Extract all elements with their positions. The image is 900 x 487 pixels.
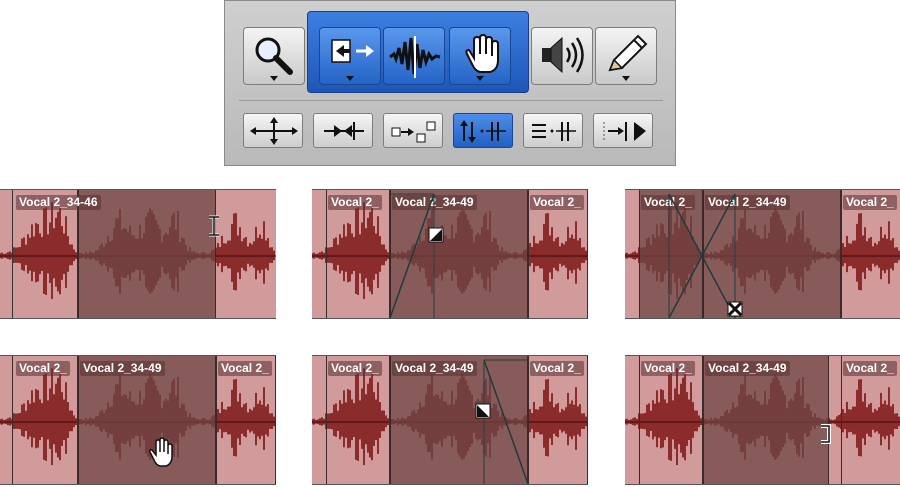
spot-icon bbox=[391, 121, 436, 143]
hand-icon bbox=[465, 33, 499, 81]
clip-panel-2[interactable]: Vocal 2_ Vocal 2_34-49 Vocal 2_ bbox=[312, 189, 588, 319]
clip-label: Vocal 2_34-46 bbox=[16, 195, 101, 210]
clip-label-right: Vocal 2_ bbox=[530, 361, 584, 376]
spot-mode-button[interactable] bbox=[383, 113, 443, 148]
clip-label-right: Vocal 2_ bbox=[530, 195, 584, 210]
clip-label-left: Vocal 2_ bbox=[328, 195, 382, 210]
scrubber-tool-button[interactable] bbox=[531, 27, 593, 85]
slip-mode-button[interactable] bbox=[313, 113, 373, 148]
grabber-tool-button[interactable] bbox=[449, 27, 511, 85]
trim-tool-button[interactable] bbox=[319, 27, 381, 85]
clip-panel-5[interactable]: Vocal 2_ Vocal 2_34-49 Vocal 2_ bbox=[312, 355, 588, 485]
waveform-selector-icon bbox=[389, 36, 441, 78]
clip-label-right: Vocal 2_ bbox=[218, 361, 272, 376]
clip-label-center: Vocal 2_34-49 bbox=[392, 361, 477, 376]
clip-label-left: Vocal 2_ bbox=[641, 361, 695, 376]
clip-label-left: Vocal 2_ bbox=[641, 195, 695, 210]
clip-label-left: Vocal 2_ bbox=[16, 361, 70, 376]
slip-arrows-icon bbox=[324, 122, 364, 140]
edit-toolbar bbox=[224, 0, 676, 166]
speaker-icon bbox=[542, 36, 584, 74]
selector-tool-button[interactable] bbox=[383, 27, 445, 85]
clip-panel-3[interactable]: Vocal 2_ Vocal 2_34-49 Vocal 2_ bbox=[625, 189, 900, 319]
clip-label-left: Vocal 2_ bbox=[328, 361, 382, 376]
grid-mode-button[interactable] bbox=[453, 113, 513, 148]
clip-label-center: Vocal 2_34-49 bbox=[705, 361, 790, 376]
grid-arrows-icon bbox=[460, 120, 506, 143]
clip-panel-6[interactable]: Vocal 2_ Vocal 2_34-49 Vocal 2_ bbox=[625, 355, 900, 485]
pencil-tool-button[interactable] bbox=[595, 27, 657, 85]
snap-lines-icon bbox=[532, 122, 576, 141]
clip-label-center: Vocal 2_34-49 bbox=[392, 195, 477, 210]
shuffle-mode-button[interactable] bbox=[243, 113, 303, 148]
clip-label-center: Vocal 2_34-49 bbox=[705, 195, 790, 210]
play-to-bar-icon bbox=[603, 122, 646, 141]
toolbar-divider bbox=[239, 100, 663, 101]
clip-label-right: Vocal 2_ bbox=[843, 195, 897, 210]
play-mode-button[interactable] bbox=[593, 113, 653, 148]
zoomer-tool-button[interactable] bbox=[243, 27, 305, 85]
pencil-icon bbox=[608, 34, 648, 81]
snap-mode-button[interactable] bbox=[523, 113, 583, 148]
clip-label-center: Vocal 2_34-49 bbox=[80, 361, 165, 376]
magnifier-icon bbox=[255, 37, 293, 81]
clip-panel-1[interactable]: Vocal 2_34-46 bbox=[0, 189, 276, 319]
trim-icon bbox=[331, 39, 374, 81]
four-way-arrows-icon bbox=[250, 117, 298, 145]
clip-panel-4[interactable]: Vocal 2_ Vocal 2_34-49 Vocal 2_ bbox=[0, 355, 276, 485]
clip-label-right: Vocal 2_ bbox=[843, 361, 897, 376]
